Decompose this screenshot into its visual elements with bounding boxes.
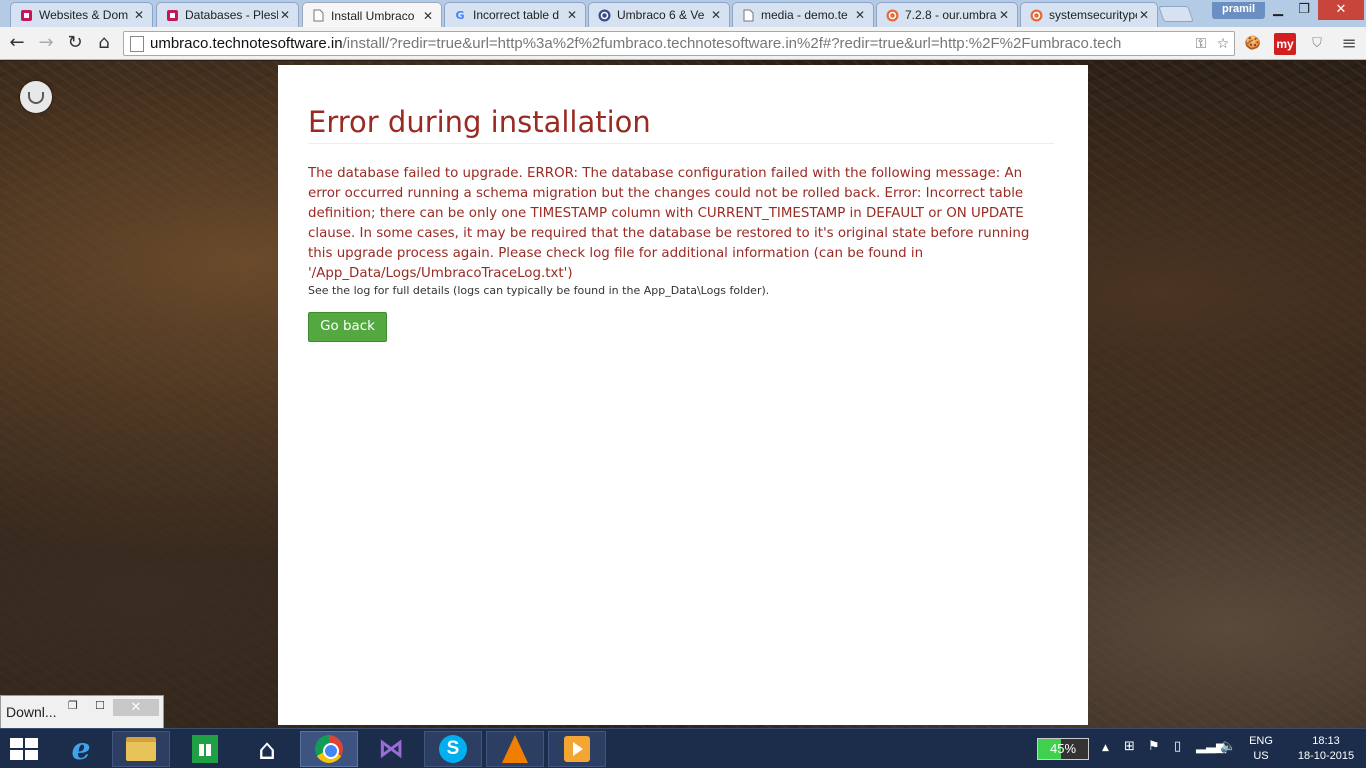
close-tab-icon[interactable]: ✕: [853, 8, 867, 22]
file-explorer-icon[interactable]: [112, 731, 170, 767]
download-label[interactable]: Downl...: [6, 704, 57, 720]
profile-button[interactable]: pramil: [1212, 2, 1266, 19]
store-icon[interactable]: [176, 731, 234, 767]
cookie-extension-icon[interactable]: 🍪: [1242, 33, 1264, 55]
tab-media-demo[interactable]: media - demo.te ✕: [732, 2, 874, 27]
tab-title: Install Umbraco: [331, 8, 415, 23]
minimize-icon[interactable]: ▁: [1264, 0, 1292, 20]
taskbar: e ⌂ ⋈ S 45% ▲ ⊞ ⚑ ▯ ▂▃▅ 🔈 ENG US 18:13 1…: [0, 728, 1366, 768]
shield-extension-icon[interactable]: ⛉: [1306, 33, 1328, 55]
home-icon[interactable]: ⌂: [238, 731, 296, 767]
page-viewport: Error during installation The database f…: [0, 61, 1366, 728]
back-arrow-icon[interactable]: ←: [6, 32, 28, 54]
show-hidden-icons-icon[interactable]: ▲: [1102, 743, 1109, 753]
tab-databases[interactable]: Databases - Plesk ✕: [156, 2, 299, 27]
tab-install-umbraco[interactable]: Install Umbraco ✕: [302, 2, 442, 28]
error-message: The database failed to upgrade. ERROR: T…: [308, 166, 1030, 281]
google-icon: G: [455, 8, 465, 22]
close-tab-icon[interactable]: ✕: [421, 9, 435, 23]
my-extension-icon[interactable]: my: [1274, 33, 1296, 55]
page-icon: [130, 35, 144, 52]
close-tab-icon[interactable]: ✕: [1137, 8, 1151, 22]
tab-incorrect-table[interactable]: G Incorrect table d ✕: [444, 2, 586, 27]
umbraco-icon: [597, 8, 611, 22]
battery-indicator[interactable]: 45%: [1037, 738, 1089, 760]
clock[interactable]: 18:13 18-10-2015: [1294, 734, 1358, 764]
restore-icon[interactable]: ❐: [68, 699, 78, 712]
page-icon: [311, 9, 325, 23]
close-tab-icon[interactable]: ✕: [997, 8, 1011, 22]
browser-toolbar: ← → ↻ ⌂ umbraco.technotesoftware.in/inst…: [0, 27, 1366, 60]
volume-icon[interactable]: 🔈: [1220, 739, 1236, 754]
umbraco-logo-icon: [20, 81, 52, 113]
close-icon[interactable]: ✕: [113, 699, 159, 716]
restore-icon[interactable]: ❐: [1290, 0, 1318, 20]
error-panel: Error during installation The database f…: [278, 65, 1088, 725]
our-umbraco-icon: [885, 8, 899, 22]
tab-title: Websites & Dom: [39, 8, 129, 22]
visual-studio-icon[interactable]: ⋈: [362, 731, 420, 767]
plesk-icon: [165, 8, 179, 22]
skype-icon[interactable]: S: [424, 731, 482, 767]
page-title: Error during installation: [308, 105, 1054, 144]
flag-icon[interactable]: ⚑: [1148, 739, 1160, 754]
tab-umbraco-6[interactable]: Umbraco 6 & Ve ✕: [588, 2, 730, 27]
action-center-icon[interactable]: ⊞: [1124, 739, 1135, 754]
close-tab-icon[interactable]: ✕: [709, 8, 723, 22]
tab-systemsecurity[interactable]: systemsecuritype ✕: [1020, 2, 1158, 27]
close-tab-icon[interactable]: ✕: [565, 8, 579, 22]
chrome-icon[interactable]: [300, 731, 358, 767]
windows-start-icon[interactable]: [10, 738, 38, 760]
our-umbraco-icon: [1029, 8, 1043, 22]
close-tab-icon[interactable]: ✕: [132, 8, 146, 22]
close-window-icon[interactable]: ✕: [1318, 0, 1364, 20]
bookmark-star-icon[interactable]: ☆: [1212, 36, 1234, 52]
tab-title: 7.2.8 - our.umbra: [905, 8, 997, 22]
key-icon[interactable]: ⚿: [1190, 36, 1212, 52]
menu-icon[interactable]: ≡: [1338, 33, 1360, 55]
address-bar[interactable]: umbraco.technotesoftware.in/install/?red…: [123, 31, 1235, 56]
page-icon: [741, 8, 755, 22]
tab-title: media - demo.te: [761, 8, 848, 22]
vlc-icon[interactable]: [486, 731, 544, 767]
address-url: umbraco.technotesoftware.in/install/?red…: [150, 35, 1122, 52]
tab-title: Incorrect table d: [473, 8, 560, 22]
tab-our-umbraco[interactable]: 7.2.8 - our.umbra ✕: [876, 2, 1018, 27]
power-icon[interactable]: ▯: [1174, 739, 1181, 754]
reload-icon[interactable]: ↻: [64, 32, 86, 54]
forward-arrow-icon[interactable]: →: [35, 32, 57, 54]
close-tab-icon[interactable]: ✕: [278, 8, 292, 22]
tab-websites[interactable]: Websites & Dom ✕: [10, 2, 153, 27]
home-icon[interactable]: ⌂: [93, 32, 115, 54]
new-tab-button[interactable]: [1158, 6, 1194, 22]
language-indicator[interactable]: ENG US: [1248, 734, 1274, 764]
internet-explorer-icon[interactable]: e: [52, 731, 110, 767]
go-back-button[interactable]: Go back: [308, 312, 387, 342]
tab-strip: Websites & Dom ✕ Databases - Plesk ✕ Ins…: [0, 0, 1366, 28]
maximize-icon[interactable]: ☐: [95, 699, 105, 712]
log-hint: See the log for full details (logs can t…: [308, 284, 770, 297]
tab-title: systemsecuritype: [1049, 8, 1137, 22]
tab-title: Umbraco 6 & Ve: [617, 8, 705, 22]
media-player-icon[interactable]: [548, 731, 606, 767]
plesk-icon: [19, 8, 33, 22]
tab-title: Databases - Plesk: [185, 8, 278, 22]
download-shelf: Downl... ❐ ☐ ✕: [0, 695, 164, 728]
battery-percent: 45%: [1049, 741, 1077, 756]
